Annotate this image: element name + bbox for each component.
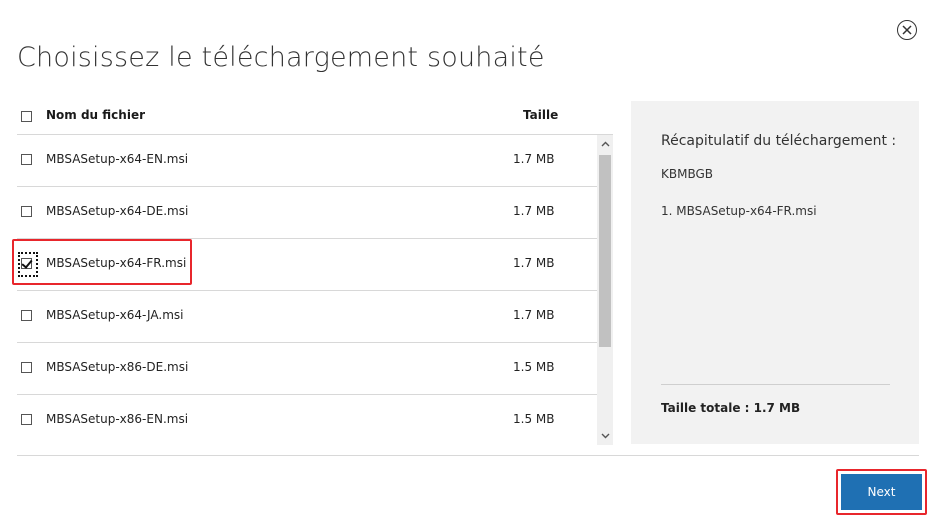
divider <box>17 455 919 456</box>
table-row[interactable]: MBSASetup-x86-EN.msi 1.5 MB <box>17 395 597 445</box>
table-row[interactable]: MBSASetup-x64-FR.msi 1.7 MB <box>17 239 597 291</box>
table-row[interactable]: MBSASetup-x86-DE.msi 1.5 MB <box>17 343 597 395</box>
page-title: Choisissez le téléchargement souhaité <box>17 42 545 73</box>
table-row[interactable]: MBSASetup-x64-DE.msi 1.7 MB <box>17 187 597 239</box>
chevron-down-icon <box>601 433 609 439</box>
scroll-thumb[interactable] <box>599 155 611 347</box>
row-checkbox[interactable] <box>21 206 32 217</box>
summary-total: Taille totale : 1.7 MB <box>661 401 801 415</box>
close-icon <box>902 25 912 35</box>
file-size: 1.7 MB <box>513 308 555 322</box>
file-name: MBSASetup-x64-JA.msi <box>46 308 184 322</box>
row-checkbox[interactable] <box>21 310 32 321</box>
row-checkbox[interactable] <box>21 362 32 373</box>
scroll-up-button[interactable] <box>597 137 613 151</box>
summary-item: 1. MBSASetup-x64-FR.msi <box>661 204 817 218</box>
table-row[interactable]: MBSASetup-x64-JA.msi 1.7 MB <box>17 291 597 343</box>
column-header-name: Nom du fichier <box>46 108 145 122</box>
row-checkbox[interactable] <box>21 154 32 165</box>
file-name: MBSASetup-x64-EN.msi <box>46 152 189 166</box>
file-name: MBSASetup-x64-FR.msi <box>46 256 187 270</box>
chevron-up-icon <box>601 141 609 147</box>
file-size: 1.7 MB <box>513 152 555 166</box>
scroll-down-button[interactable] <box>597 429 613 443</box>
file-name: MBSASetup-x86-EN.msi <box>46 412 189 426</box>
table-row[interactable]: MBSASetup-x64-EN.msi 1.7 MB <box>17 135 597 187</box>
file-size: 1.7 MB <box>513 256 555 270</box>
row-checkbox[interactable] <box>21 414 32 425</box>
select-all-checkbox[interactable] <box>21 111 32 122</box>
file-name: MBSASetup-x64-DE.msi <box>46 204 189 218</box>
file-name: MBSASetup-x86-DE.msi <box>46 360 189 374</box>
download-summary-panel: Récapitulatif du téléchargement : KBMBGB… <box>631 101 919 444</box>
close-button[interactable] <box>897 20 917 40</box>
file-size: 1.5 MB <box>513 360 555 374</box>
summary-subtitle: KBMBGB <box>661 167 714 181</box>
row-checkbox-checked[interactable] <box>21 258 32 269</box>
next-button[interactable]: Next <box>841 474 922 510</box>
summary-divider <box>661 384 890 385</box>
summary-title: Récapitulatif du téléchargement : <box>661 133 897 149</box>
file-list: MBSASetup-x64-EN.msi 1.7 MB MBSASetup-x6… <box>17 135 613 445</box>
table-header: Nom du fichier Taille <box>17 100 613 135</box>
column-header-size: Taille <box>523 108 559 122</box>
file-size: 1.7 MB <box>513 204 555 218</box>
file-size: 1.5 MB <box>513 412 555 426</box>
list-scrollbar[interactable] <box>597 135 613 445</box>
